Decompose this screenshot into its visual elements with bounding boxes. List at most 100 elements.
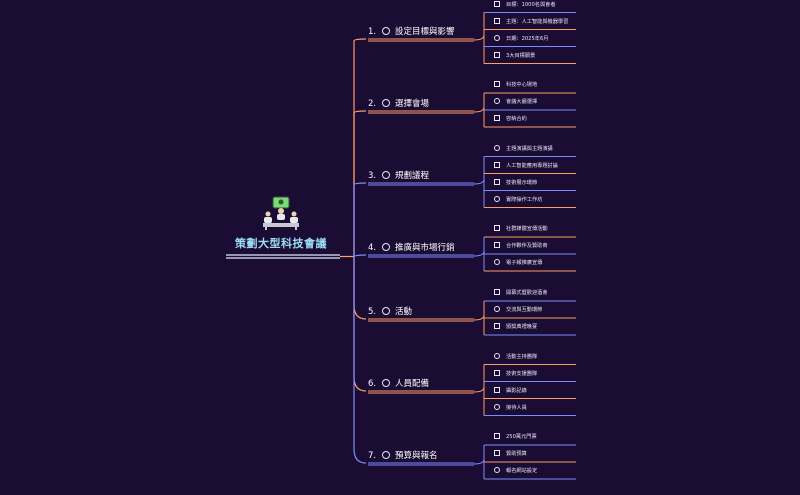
branch-node-1[interactable]: 1. 設定目標與影響 bbox=[368, 25, 473, 39]
presenter-meeting-icon bbox=[263, 196, 299, 230]
branch-number: 1. bbox=[368, 27, 377, 37]
circle-bullet-icon bbox=[382, 171, 390, 179]
branch-node-3[interactable]: 3. 規劃議程 bbox=[368, 169, 473, 183]
mind-map: 策劃大型科技會議 1. 設定目標與影響 目標：1000名與會者主題：人工智能與機器學… bbox=[0, 0, 800, 495]
branch-label: 設定目標與影響 bbox=[395, 27, 455, 37]
leaf-label: 3大目標願景 bbox=[506, 52, 536, 59]
checkbox-icon bbox=[494, 51, 500, 58]
checkbox-icon bbox=[494, 450, 500, 456]
branch-label: 規劃議程 bbox=[395, 171, 430, 181]
branch-label: 推廣與市場行銷 bbox=[395, 243, 455, 253]
leaf-label: 日期：2025年6月 bbox=[506, 35, 549, 42]
checkbox-icon bbox=[494, 34, 500, 41]
leaf-item[interactable]: 技術支援團隊 bbox=[494, 369, 578, 382]
leaf-item[interactable]: 主題演講與主題演講 bbox=[494, 144, 578, 157]
branch-label: 選擇會場 bbox=[395, 99, 430, 109]
checkbox-icon bbox=[494, 352, 500, 359]
circle-bullet-icon bbox=[382, 307, 390, 315]
leaf-label: 攝影記錄 bbox=[506, 387, 527, 394]
leaf-item[interactable]: 活動主持團隊 bbox=[494, 352, 578, 365]
leaf-item[interactable]: 技術展示環節 bbox=[494, 178, 578, 191]
leaf-label: 開幕式暨歡迎酒會 bbox=[506, 290, 548, 296]
branch-number: 4. bbox=[368, 243, 377, 253]
branch-number: 2. bbox=[368, 99, 377, 109]
leaf-label: 交流與互動環節 bbox=[506, 307, 543, 313]
leaf-item[interactable]: 電子報推廣宣傳 bbox=[494, 259, 578, 271]
checkbox-icon bbox=[494, 242, 500, 248]
leaf-item[interactable]: 人工智能應用專題討論 bbox=[494, 161, 578, 174]
leaf-label: 活動主持團隊 bbox=[506, 353, 538, 360]
leaf-item[interactable]: 會議大廳選擇 bbox=[494, 98, 578, 110]
circle-bullet-icon bbox=[382, 243, 390, 251]
leaf-label: 接待人員 bbox=[506, 404, 527, 411]
checkbox-icon bbox=[494, 98, 500, 104]
branch-node-4[interactable]: 4. 推廣與市場行銷 bbox=[368, 241, 473, 255]
leaf-item[interactable]: 攝影記錄 bbox=[494, 386, 578, 399]
branch-node-7[interactable]: 7. 預算與報名 bbox=[368, 449, 473, 463]
leaf-label: 贊助預算 bbox=[506, 451, 527, 457]
leaf-label: 250萬元門票 bbox=[506, 434, 537, 440]
branch-number: 5. bbox=[368, 307, 377, 317]
checkbox-icon bbox=[494, 306, 500, 312]
leaf-item[interactable]: 合作夥伴及贊助商 bbox=[494, 242, 578, 254]
leaf-item[interactable]: 主題：人工智能與機器學習 bbox=[494, 17, 578, 30]
leaf-label: 社群媒體宣傳活動 bbox=[506, 226, 548, 232]
leaf-item[interactable]: 250萬元門票 bbox=[494, 433, 578, 445]
branch-node-2[interactable]: 2. 選擇會場 bbox=[368, 97, 473, 111]
checkbox-icon bbox=[494, 161, 500, 168]
leaf-item[interactable]: 實際操作工作坊 bbox=[494, 195, 578, 208]
leaf-item[interactable]: 報名網站設定 bbox=[494, 467, 578, 479]
branch-node-6[interactable]: 6. 人員配備 bbox=[368, 377, 473, 391]
checkbox-icon bbox=[494, 433, 500, 439]
checkbox-icon bbox=[494, 115, 500, 121]
checkbox-icon bbox=[494, 403, 500, 410]
leaf-label: 人工智能應用專題討論 bbox=[506, 162, 558, 169]
leaf-item[interactable]: 容納合約 bbox=[494, 115, 578, 127]
leaf-item[interactable]: 接待人員 bbox=[494, 403, 578, 416]
checkbox-icon bbox=[494, 369, 500, 376]
circle-bullet-icon bbox=[382, 451, 390, 459]
checkbox-icon bbox=[494, 323, 500, 329]
checkbox-icon bbox=[494, 386, 500, 393]
leaf-label: 技術展示環節 bbox=[506, 179, 538, 186]
circle-bullet-icon bbox=[382, 379, 390, 387]
leaf-label: 主題：人工智能與機器學習 bbox=[506, 18, 569, 25]
circle-bullet-icon bbox=[382, 27, 390, 35]
checkbox-icon bbox=[494, 81, 500, 87]
branch-label: 活動 bbox=[395, 307, 413, 317]
leaf-item[interactable]: 3大目標願景 bbox=[494, 51, 578, 64]
leaf-item[interactable]: 日期：2025年6月 bbox=[494, 34, 578, 47]
branch-number: 6. bbox=[368, 379, 377, 389]
checkbox-icon bbox=[494, 289, 500, 295]
root-node[interactable]: 策劃大型科技會議 bbox=[222, 196, 340, 251]
leaf-item[interactable]: 科技中心場地 bbox=[494, 81, 578, 93]
branch-number: 7. bbox=[368, 451, 377, 461]
checkbox-icon bbox=[494, 0, 500, 7]
checkbox-icon bbox=[494, 467, 500, 473]
branch-label: 預算與報名 bbox=[395, 451, 438, 461]
leaf-item[interactable]: 開幕式暨歡迎酒會 bbox=[494, 289, 578, 301]
root-title: 策劃大型科技會議 bbox=[235, 237, 327, 250]
leaf-item[interactable]: 頒獎典禮晚宴 bbox=[494, 323, 578, 335]
leaf-item[interactable]: 社群媒體宣傳活動 bbox=[494, 225, 578, 237]
leaf-label: 容納合約 bbox=[506, 116, 527, 122]
leaf-item[interactable]: 贊助預算 bbox=[494, 450, 578, 462]
branch-node-5[interactable]: 5. 活動 bbox=[368, 305, 473, 319]
leaf-label: 實際操作工作坊 bbox=[506, 196, 543, 203]
leaf-label: 合作夥伴及贊助商 bbox=[506, 243, 548, 249]
circle-bullet-icon bbox=[382, 99, 390, 107]
leaf-label: 會議大廳選擇 bbox=[506, 99, 538, 105]
leaf-label: 電子報推廣宣傳 bbox=[506, 260, 543, 266]
leaf-label: 技術支援團隊 bbox=[506, 370, 538, 377]
leaf-item[interactable]: 交流與互動環節 bbox=[494, 306, 578, 318]
checkbox-icon bbox=[494, 195, 500, 202]
leaf-label: 目標：1000名與會者 bbox=[506, 1, 556, 8]
leaf-label: 科技中心場地 bbox=[506, 82, 538, 88]
branch-number: 3. bbox=[368, 171, 377, 181]
branch-label: 人員配備 bbox=[395, 379, 430, 389]
leaf-item[interactable]: 目標：1000名與會者 bbox=[494, 0, 578, 13]
leaf-label: 報名網站設定 bbox=[506, 468, 538, 474]
checkbox-icon bbox=[494, 259, 500, 265]
checkbox-icon bbox=[494, 225, 500, 231]
checkbox-icon bbox=[494, 144, 500, 151]
